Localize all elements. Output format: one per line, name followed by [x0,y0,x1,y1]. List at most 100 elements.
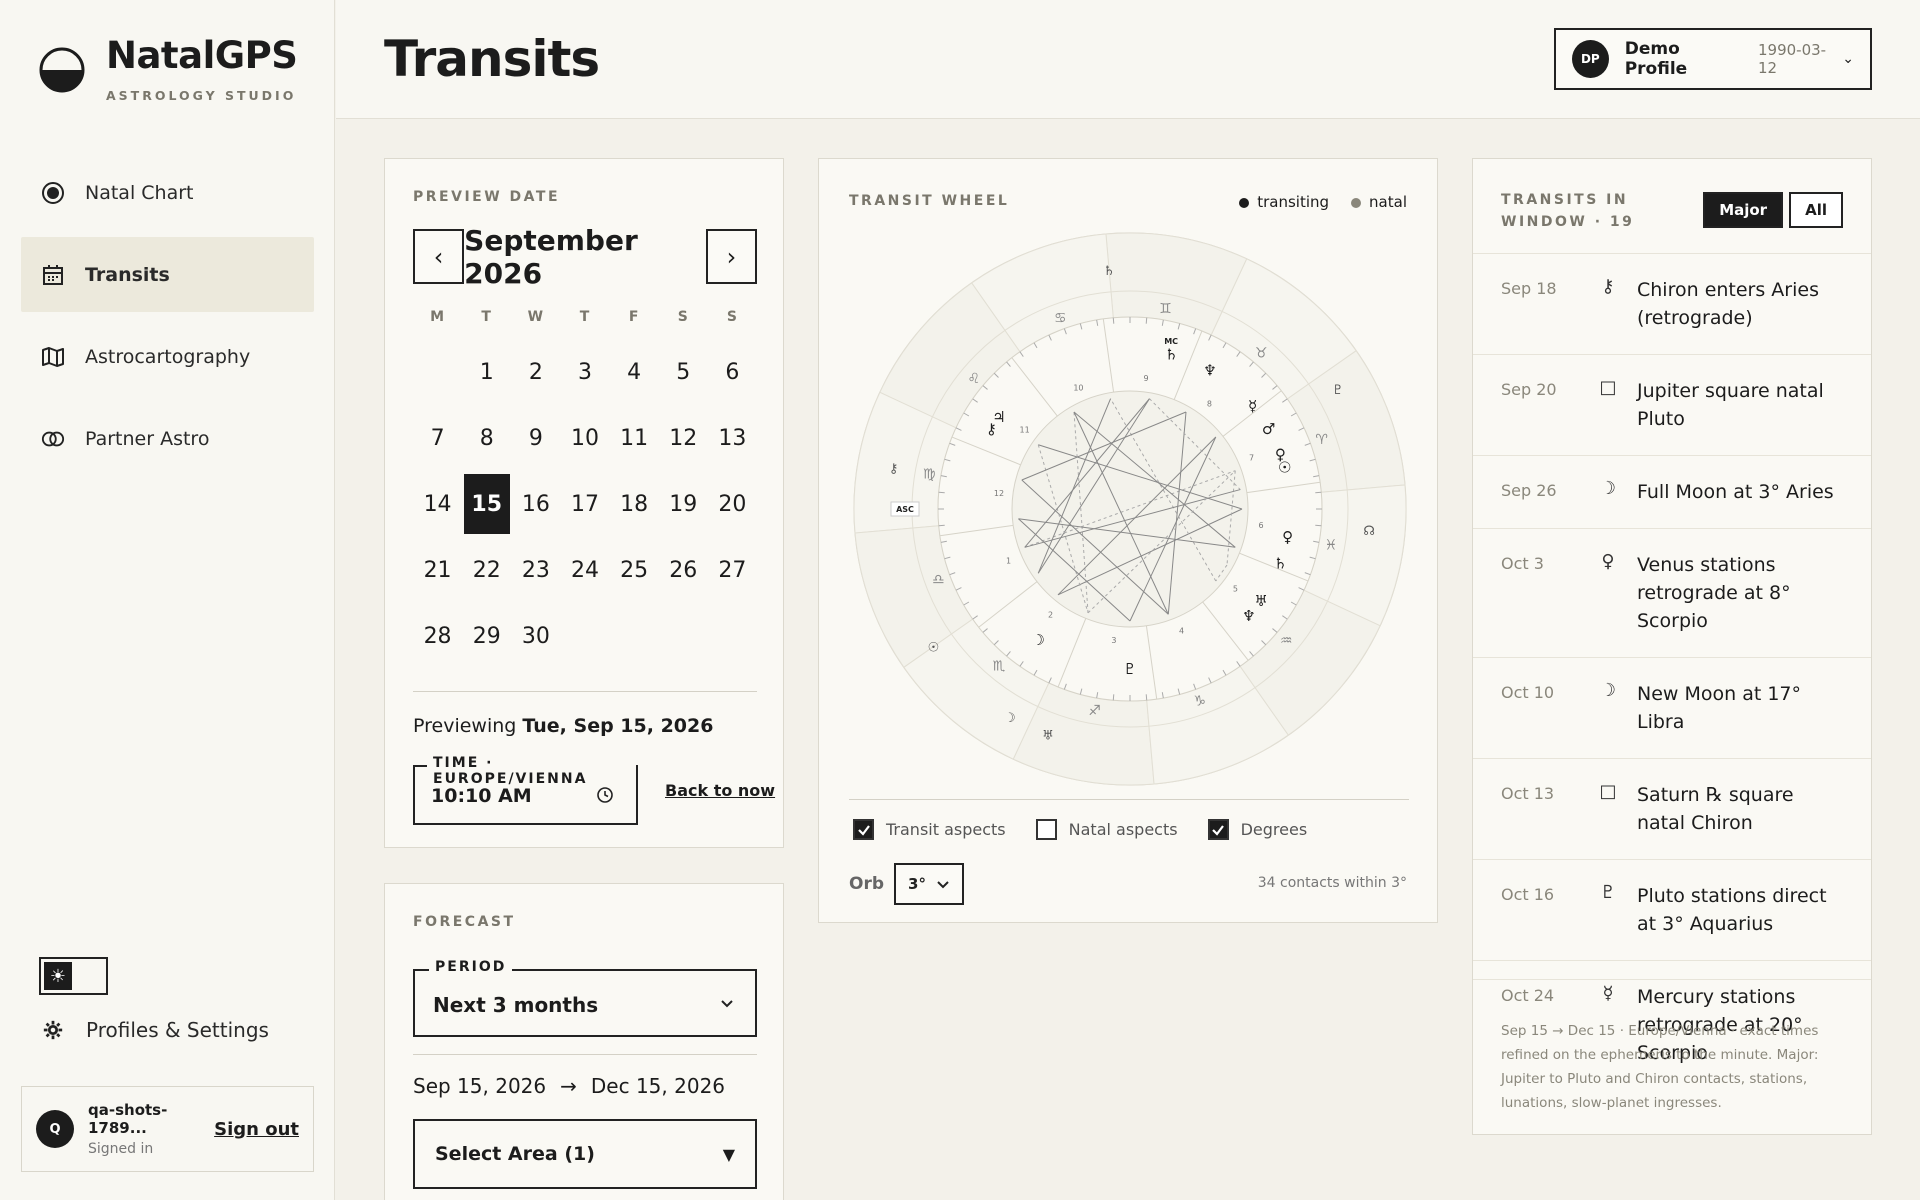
brand[interactable]: NatalGPS ASTROLOGY STUDIO [38,36,298,103]
degrees-checkbox[interactable]: Degrees [1207,819,1308,840]
calendar-day-number: 12 [669,425,698,451]
chevron-down-icon [937,881,949,889]
calendar-day[interactable]: 18 [610,471,659,537]
calendar-day[interactable]: 13 [708,405,757,471]
calendar-day[interactable]: 24 [560,537,609,603]
calendar-day-number: 10 [570,425,599,451]
transit-wheel[interactable]: ♈♉♊♋♌♍♎♏♐♑♒♓123456789101112☉♂☿♀♄♅♆♇☽♃⚷♄♆… [845,229,1415,789]
zodiac-sign: ♓ [1325,537,1338,553]
transit-aspects-checkbox[interactable]: Transit aspects [853,819,1006,840]
legend-transiting-label: transiting [1257,193,1330,211]
transits-list: Sep 18 ⚷ Chiron enters Aries (retrograde) S… [1473,253,1871,1089]
back-to-now-link[interactable]: Back to now [665,781,775,800]
transit-list-item[interactable]: Oct 10 ☽ New Moon at 17° Libra [1473,657,1871,758]
calendar-day[interactable]: 27 [708,537,757,603]
house-number: 5 [1233,584,1238,593]
transit-date: Sep 26 [1501,481,1557,500]
calendar-day-number: 26 [669,557,698,583]
calendar-day[interactable]: 6 [708,339,757,405]
calendar-day[interactable]: 5 [659,339,708,405]
calendar-day[interactable]: 19 [659,471,708,537]
calendar-day[interactable]: 25 [610,537,659,603]
transits-window-card: TRANSITS IN WINDOW · 19 Major All Sep 18… [1472,158,1872,1135]
calendar-day-number: 16 [521,491,550,517]
transit-list-item[interactable]: Oct 3 ♀ Venus stations retrograde at 8° Sc… [1473,528,1871,657]
forecast-card: FORECAST PERIOD Next 3 months Sep 15, 20… [384,883,784,1200]
profiles-settings-link[interactable]: Profiles & Settings [42,1018,269,1042]
calendar-day[interactable]: 16 [511,471,560,537]
period-select[interactable]: PERIOD Next 3 months [413,959,757,1037]
calendar-day[interactable]: 12 [659,405,708,471]
calendar-day[interactable]: 7 [413,405,462,471]
calendar-day[interactable]: 14 [413,471,462,537]
transit-description: New Moon at 17° Libra [1637,683,1802,733]
calendar-day-number: 6 [725,359,740,385]
calendar-day[interactable]: 22 [462,537,511,603]
time-field[interactable]: TIME · EUROPE/VIENNA 10:10 AM [413,755,638,825]
legend-natal: natal [1351,193,1407,211]
house-number: 7 [1249,453,1254,462]
calendar-day[interactable]: 8 [462,405,511,471]
next-month-button[interactable]: › [705,229,757,284]
house-number: 9 [1144,374,1149,383]
calendar-day-number: 24 [570,557,599,583]
calendar-day[interactable]: 4 [610,339,659,405]
sidebar-item-transits[interactable]: Transits [21,237,314,312]
calendar-day[interactable]: 21 [413,537,462,603]
transit-symbol-icon: ☽ [1599,478,1617,499]
calendar-day-number: 18 [620,491,649,517]
sidebar-item-partner-astro[interactable]: Partner Astro [21,401,314,476]
calendar-day[interactable]: 26 [659,537,708,603]
calendar-day-number: 15 [463,474,510,534]
sign-out-button[interactable]: Sign out [214,1119,299,1140]
calendar-day[interactable]: 15 [462,471,511,537]
transit-wheel-card: TRANSIT WHEEL transiting natal ♈ ♉ ♊ ♋ ♌ ♍ ♎ ♏ ♐… [818,158,1438,923]
calendar-day[interactable]: 11 [610,405,659,471]
sidebar-item-natal-chart[interactable]: Natal Chart [21,155,314,230]
zodiac-sign: ♈ [1315,432,1328,448]
degree-tick [1315,524,1322,527]
degrees-label: Degrees [1240,820,1308,839]
transit-list-item[interactable]: Oct 13 □ Saturn ℞ square natal Chiron [1473,758,1871,859]
calendar-day-number: 17 [570,491,599,517]
calendar-day[interactable]: 1 [462,339,511,405]
brand-subtitle: ASTROLOGY STUDIO [106,88,297,103]
calendar-day-number: 14 [423,491,452,517]
transit-list-item[interactable]: Sep 18 ⚷ Chiron enters Aries (retrograde) [1473,253,1871,354]
degree-tick [1112,317,1115,324]
transit-date: Sep 20 [1501,380,1557,399]
transit-list-item[interactable]: Oct 16 ♇ Pluto stations direct at 3° Aquar… [1473,859,1871,960]
transit-description: Venus stations retrograde at 8° Scorpio [1637,554,1791,632]
profile-name: Demo Profile [1624,39,1688,79]
calendar-day[interactable]: 23 [511,537,560,603]
orb-label: Orb [849,874,885,894]
calendar-day-number: 3 [577,359,592,385]
degree-tick [1112,694,1115,701]
natal-aspects-checkbox[interactable]: Natal aspects [1035,819,1178,840]
theme-toggle[interactable]: ☀ [39,957,108,995]
calendar-day[interactable]: 30 [511,603,560,669]
profile-selector[interactable]: DP Demo Profile 1990-03-12 ⌄ [1554,28,1872,90]
select-area-dropdown[interactable]: Select Area (1) ▼ [413,1119,757,1189]
degree-tick [938,524,945,527]
map-icon [41,345,65,369]
zodiac-sign: ♐ [1088,703,1101,719]
sidebar-item-astrocartography[interactable]: Astrocartography [21,319,314,394]
transit-list-item[interactable]: Sep 20 □ Jupiter square natal Pluto [1473,354,1871,455]
major-filter-button[interactable]: Major [1703,192,1784,228]
calendar-day[interactable]: 29 [462,603,511,669]
orb-select[interactable]: 3° [894,863,965,905]
calendar-day[interactable]: 3 [560,339,609,405]
prev-month-button[interactable]: ‹ [413,229,465,284]
chevron-down-icon: ⌄ [1842,51,1854,67]
calendar-day[interactable]: 9 [511,405,560,471]
transit-symbol-icon: □ [1599,377,1617,398]
calendar-day[interactable]: 28 [413,603,462,669]
calendar-day[interactable]: 20 [708,471,757,537]
transit-wheel-label: TRANSIT WHEEL [849,193,1010,209]
calendar-day[interactable]: 2 [511,339,560,405]
transit-list-item[interactable]: Sep 26 ☽ Full Moon at 3° Aries [1473,455,1871,528]
all-filter-button[interactable]: All [1789,192,1843,228]
calendar-day[interactable]: 10 [560,405,609,471]
calendar-day[interactable]: 17 [560,471,609,537]
